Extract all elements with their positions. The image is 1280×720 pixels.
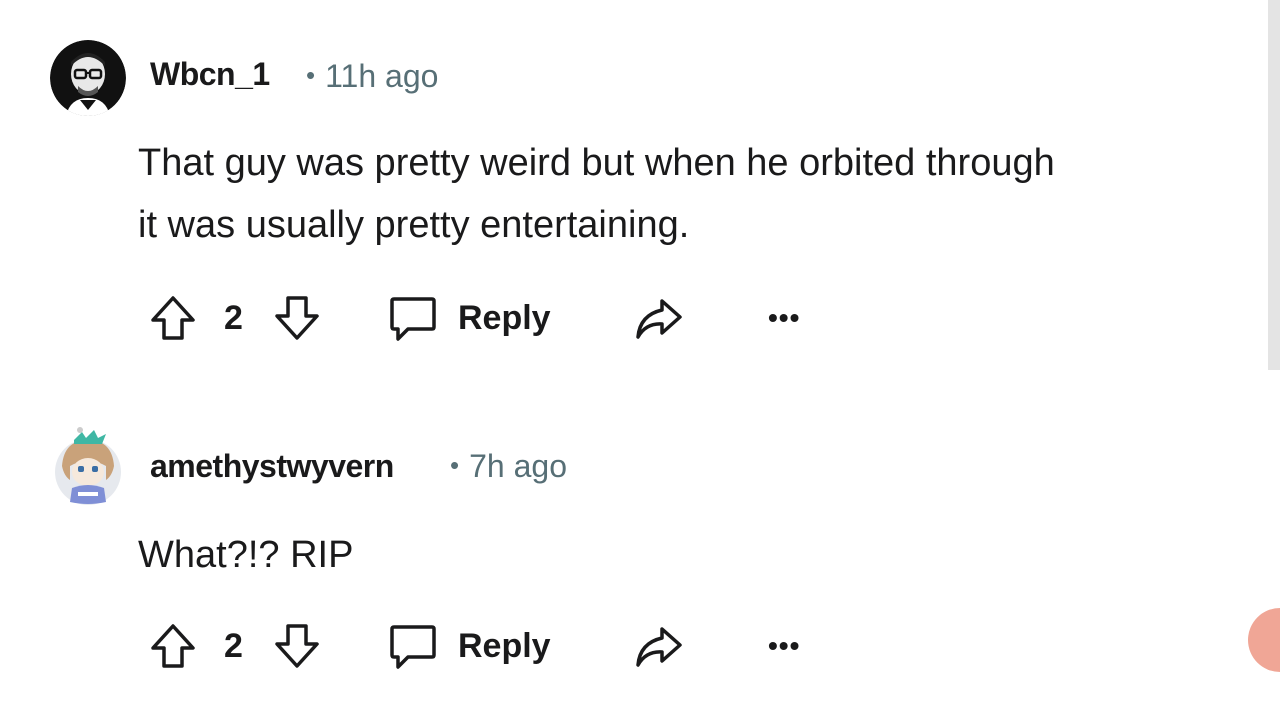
comment-author[interactable]: Wbcn_1 (150, 56, 270, 93)
comment-meta: • 11h ago (306, 58, 438, 95)
comment-body-line: it was usually pretty entertaining. (138, 204, 690, 246)
comment-actions: 2 Reply ••• (148, 618, 848, 674)
reply-label: Reply (458, 626, 551, 665)
comment-body: What?!? RIP (138, 524, 1218, 586)
share-arrow-icon (636, 299, 682, 339)
share-arrow-icon (636, 627, 682, 667)
comment-body: That guy was pretty weird but when he or… (138, 132, 1218, 256)
reply-label: Reply (458, 298, 551, 337)
upvote-button[interactable] (148, 290, 198, 346)
ellipsis-icon: ••• (768, 630, 801, 661)
comment-meta: • 7h ago (450, 448, 567, 485)
arrow-down-icon (275, 296, 319, 340)
share-button[interactable] (634, 290, 684, 346)
speech-bubble-icon (390, 625, 436, 669)
downvote-button[interactable] (272, 618, 322, 674)
scrollbar[interactable] (1268, 0, 1280, 370)
more-options-button[interactable]: ••• (768, 618, 800, 674)
comment-body-line: That guy was pretty weird but when he or… (138, 142, 1055, 184)
reply-button[interactable]: Reply (388, 618, 551, 674)
vote-count: 2 (224, 626, 243, 665)
reply-button[interactable]: Reply (388, 290, 551, 346)
comment-body-line: What?!? RIP (138, 534, 354, 576)
avatar[interactable] (52, 426, 124, 505)
comment-timestamp: 7h ago (469, 448, 567, 484)
ellipsis-icon: ••• (768, 302, 801, 333)
comment-timestamp: 11h ago (325, 58, 439, 94)
meta-separator: • (450, 450, 460, 480)
arrow-down-icon (275, 624, 319, 668)
comment-actions: 2 Reply ••• (148, 290, 848, 346)
vote-count: 2 (224, 298, 243, 337)
floating-action-button[interactable] (1248, 608, 1280, 672)
meta-separator: • (306, 60, 316, 90)
speech-bubble-icon (390, 297, 436, 341)
arrow-up-icon (151, 296, 195, 340)
downvote-button[interactable] (272, 290, 322, 346)
comment-thread: Wbcn_1 • 11h ago That guy was pretty weir… (0, 0, 1280, 720)
avatar[interactable] (50, 40, 126, 116)
share-button[interactable] (634, 618, 684, 674)
comment-author[interactable]: amethystwyvern (150, 448, 394, 485)
arrow-up-icon (151, 624, 195, 668)
more-options-button[interactable]: ••• (768, 290, 800, 346)
upvote-button[interactable] (148, 618, 198, 674)
